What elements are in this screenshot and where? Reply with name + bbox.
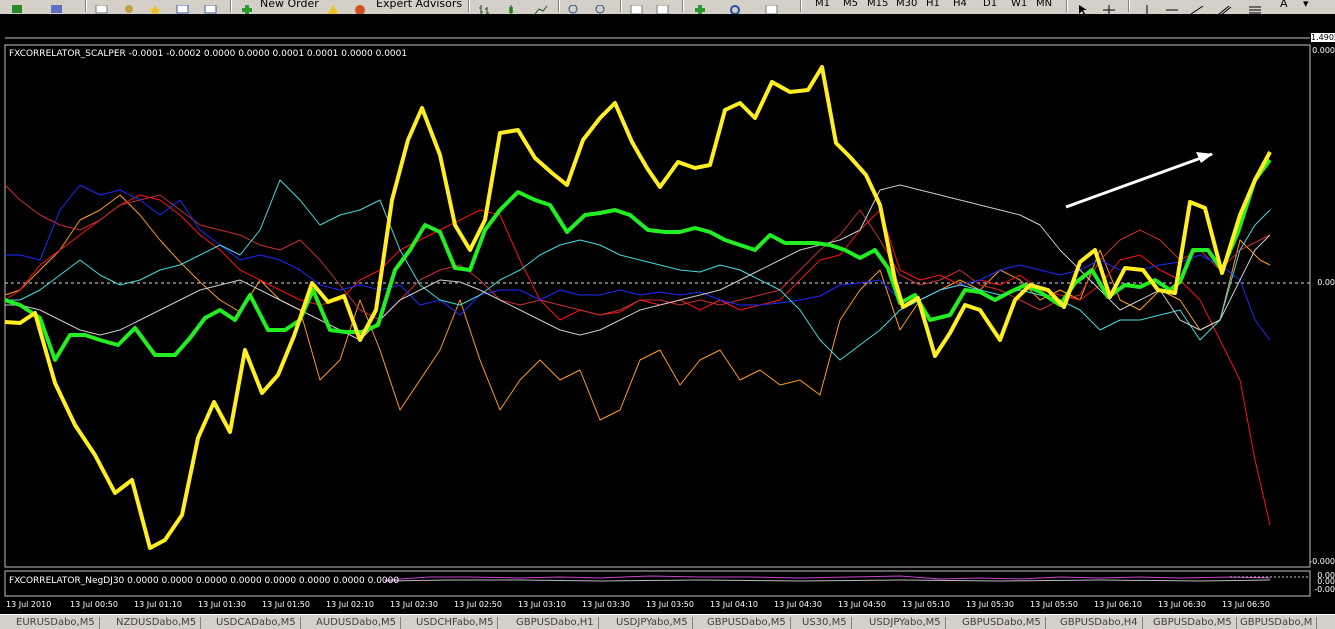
- x-axis-tick-label: 13 Jul 04:10: [710, 600, 758, 609]
- scale-top-label: 0.000: [1312, 46, 1335, 55]
- x-axis-tick-label: 13 Jul 06:50: [1222, 600, 1270, 609]
- x-axis-tick-label: 13 Jul 01:30: [198, 600, 246, 609]
- chart-tab[interactable]: NZDUSDabo,M5: [112, 617, 202, 629]
- x-axis-tick-label: 13 Jul 02:10: [326, 600, 374, 609]
- scale-zero-label: 0.00: [1317, 278, 1335, 287]
- x-axis-tick-label: 13 Jul 06:30: [1158, 600, 1206, 609]
- x-axis-tick-label: 13 Jul 00:50: [70, 600, 118, 609]
- chart-tab[interactable]: US30,M5: [798, 617, 852, 629]
- chart-tab[interactable]: USDCADabo,M5: [212, 617, 301, 629]
- x-axis-tick-label: 13 Jul 04:30: [774, 600, 822, 609]
- x-axis-tick-label: 13 Jul 01:50: [262, 600, 310, 609]
- x-axis-tick-label: 13 Jul 05:50: [1030, 600, 1078, 609]
- chart-tab[interactable]: USDJPYabo,M5: [612, 617, 693, 629]
- chart-tab[interactable]: GBPUSDabo,M: [1236, 617, 1318, 629]
- chart-tab[interactable]: USDJPYabo,M5: [865, 617, 946, 629]
- correlator-chart[interactable]: [0, 0, 1335, 628]
- scale-bottom-label: -0.000: [1309, 557, 1335, 566]
- current-price-box: 1.4905: [1311, 33, 1335, 42]
- sub-indicator-label: FXCORRELATOR_NegDJ30 0.0000 0.0000 0.000…: [9, 576, 400, 586]
- chart-tab[interactable]: GBPUSDabo,H1: [512, 617, 599, 629]
- chart-tab[interactable]: GBPUSDabo,M5: [1149, 617, 1237, 629]
- chart-tab[interactable]: AUDUSDabo,M5: [312, 617, 401, 629]
- x-axis-tick-label: 13 Jul 02:50: [454, 600, 502, 609]
- x-axis-tick-label: 13 Jul 06:10: [1094, 600, 1142, 609]
- indicator-label: FXCORRELATOR_SCALPER -0.0001 -0.0002 0.0…: [9, 49, 408, 59]
- x-axis-tick-label: 13 Jul 03:10: [518, 600, 566, 609]
- chart-tab[interactable]: GBPUSDabo,H4: [1056, 617, 1143, 629]
- x-axis-tick-label: 13 Jul 05:10: [902, 600, 950, 609]
- x-axis-tick-label: 13 Jul 02:30: [390, 600, 438, 609]
- x-axis-tick-label: 13 Jul 05:30: [966, 600, 1014, 609]
- sub-scale-bottom-label: -0.00: [1314, 585, 1335, 594]
- x-axis-tick-label: 13 Jul 01:10: [134, 600, 182, 609]
- chart-tab[interactable]: USDCHFabo,M5: [412, 617, 499, 629]
- x-axis-tick-label: 13 Jul 04:50: [838, 600, 886, 609]
- x-axis-tick-label: 13 Jul 03:50: [646, 600, 694, 609]
- chart-tab[interactable]: GBPUSDabo,M5: [703, 617, 791, 629]
- chart-tab[interactable]: EURUSDabo,M5: [12, 617, 100, 629]
- x-axis-tick-label: 13 Jul 2010: [6, 600, 52, 609]
- chart-tab[interactable]: GBPUSDabo,M5: [958, 617, 1046, 629]
- x-axis-tick-label: 13 Jul 03:30: [582, 600, 630, 609]
- chart-tabs: EURUSDabo,M5 NZDUSDabo,M5 USDCADabo,M5 AUDU…: [0, 614, 1335, 629]
